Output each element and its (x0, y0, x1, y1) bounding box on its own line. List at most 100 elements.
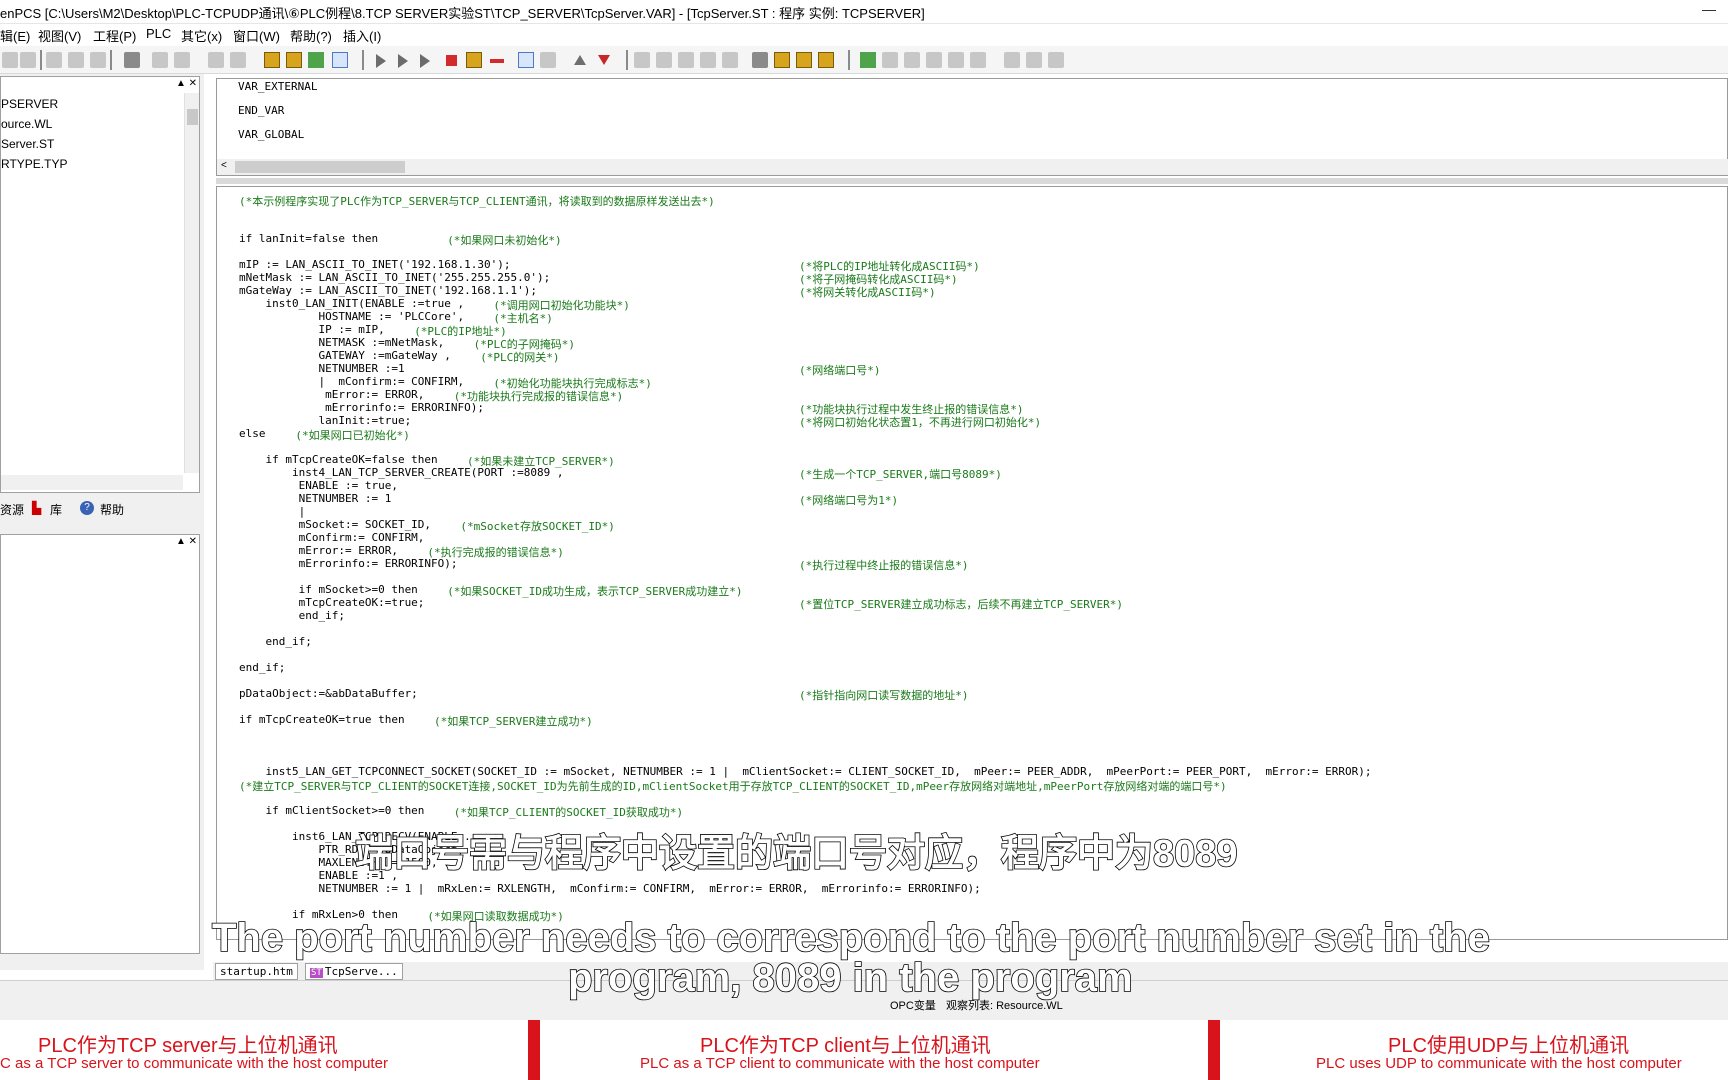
scroll-left-icon[interactable]: < (221, 160, 227, 171)
tab-startup[interactable]: startup.htm (215, 963, 298, 980)
scroll-thumb[interactable] (187, 109, 198, 125)
var-horizontal-scrollbar[interactable]: < (217, 159, 1728, 175)
code-comment: (*网络端口号为1*) (799, 494, 899, 507)
code-line: pDataObject:=&abDataBuffer; (239, 687, 418, 700)
banner-title: PLC使用UDP与上位机通讯 (1388, 1035, 1630, 1057)
code-comment: (*如果TCP_CLIENT的SOCKET_ID获取成功*) (453, 806, 684, 819)
minimize-button[interactable] (1702, 4, 1716, 16)
toolbar (0, 46, 1728, 74)
code-line: ENABLE := true, (239, 479, 398, 492)
var-editor[interactable]: VAR_EXTERNAL END_VAR VAR_GLOBAL < (216, 78, 1728, 176)
code-line: NETNUMBER := 1 (239, 492, 392, 505)
step-icon[interactable] (398, 54, 408, 68)
monitor-icon[interactable] (332, 52, 348, 68)
undo-icon[interactable] (208, 52, 224, 68)
function-icon-1[interactable] (774, 52, 790, 68)
contact-icon-3[interactable] (926, 52, 942, 68)
code-line: end_if; (239, 609, 345, 622)
code-line: mErrorinfo:= ERRORINFO); (239, 557, 458, 570)
banner-item-tcp-server[interactable]: PLC作为TCP server与上位机通讯 C as a TCP server … (0, 1020, 530, 1080)
code-comment: (*如果网口未初始化*) (447, 234, 562, 247)
tree-vertical-scrollbar[interactable] (184, 93, 199, 473)
make-icon[interactable] (286, 52, 302, 68)
tab-startup-label: startup.htm (220, 965, 293, 978)
code-line: | mConfirm:= CONFIRM, (239, 375, 465, 388)
code-line: mTcpCreateOK:=true; (239, 596, 425, 609)
contact-icon-5[interactable] (970, 52, 986, 68)
code-line: mError:= ERROR, (239, 544, 398, 557)
tab-help[interactable]: 帮助 (100, 501, 124, 518)
code-line: lanInit:=true; (239, 414, 412, 427)
block-icon[interactable] (752, 52, 768, 68)
banner-item-udp[interactable]: PLC使用UDP与上位机通讯 PLC uses UDP to communica… (1220, 1020, 1728, 1080)
menu-view[interactable]: 视图(V) (38, 26, 81, 45)
menu-edit[interactable]: 辑(E) (0, 26, 30, 45)
contact-icon-4[interactable] (948, 52, 964, 68)
menu-insert[interactable]: 插入(I) (343, 26, 381, 45)
paste-icon[interactable] (90, 52, 106, 68)
zoom-in-icon[interactable] (152, 52, 168, 68)
ladder-icon-1[interactable] (634, 52, 650, 68)
tree-item-type-file[interactable]: RTYPE.TYP (1, 157, 67, 171)
contact-icon-1[interactable] (882, 52, 898, 68)
code-line: if mTcpCreateOK=false then (239, 453, 438, 466)
code-line: IP := mIP, (239, 323, 385, 336)
coil-icon-2[interactable] (1026, 52, 1042, 68)
open-icon[interactable] (2, 52, 18, 68)
stop-icon[interactable] (446, 55, 457, 66)
compile-icon[interactable] (264, 52, 280, 68)
tree-item-resource[interactable]: ource.WL (1, 117, 52, 131)
scroll-thumb[interactable] (235, 161, 405, 173)
copy-icon[interactable] (68, 52, 84, 68)
ladder-icon-4[interactable] (700, 52, 716, 68)
arrow-up-icon[interactable] (574, 55, 586, 65)
menu-other[interactable]: 其它(x) (181, 26, 222, 45)
code-line: mIP := LAN_ASCII_TO_INET('192.168.1.30')… (239, 258, 511, 271)
arrow-down-icon[interactable] (598, 55, 610, 65)
function-icon-3[interactable] (818, 52, 834, 68)
menu-window[interactable]: 窗口(W) (233, 26, 280, 45)
banner-divider (1208, 1020, 1220, 1080)
contact-icon-2[interactable] (904, 52, 920, 68)
cut-icon[interactable] (46, 52, 62, 68)
build-icon[interactable] (308, 52, 324, 68)
download-icon[interactable] (466, 52, 482, 68)
tab-resource[interactable]: 资源 (0, 501, 24, 518)
editor-splitter[interactable] (216, 178, 1728, 184)
code-line: inst4_LAN_TCP_SERVER_CREATE(PORT :=8089 … (239, 466, 564, 479)
tab-library[interactable]: 库 (50, 501, 62, 518)
menu-project[interactable]: 工程(P) (93, 26, 136, 45)
code-line: inst5_LAN_GET_TCPCONNECT_SOCKET(SOCKET_I… (239, 765, 1372, 778)
coil-icon-3[interactable] (1048, 52, 1064, 68)
toolbar-separator (362, 50, 364, 70)
ladder-icon-2[interactable] (656, 52, 672, 68)
hand-icon[interactable] (860, 52, 876, 68)
tree-horizontal-scrollbar[interactable] (1, 475, 183, 490)
function-icon-2[interactable] (796, 52, 812, 68)
online-icon[interactable] (518, 52, 534, 68)
grid-icon[interactable] (540, 52, 556, 68)
banner-item-tcp-client[interactable]: PLC作为TCP client与上位机通讯 PLC as a TCP clien… (542, 1020, 1202, 1080)
save-icon[interactable] (20, 52, 36, 68)
tree-item-st-file[interactable]: Server.ST (1, 137, 54, 151)
code-line: HOSTNAME := 'PLCCore', (239, 310, 465, 323)
print-icon[interactable] (124, 52, 140, 68)
tab-tcpserver[interactable]: ST TcpServe... (305, 963, 403, 980)
banner-subtitle: PLC as a TCP client to communicate with … (640, 1055, 1040, 1072)
step-over-icon[interactable] (420, 54, 430, 68)
tree-item-program[interactable]: PSERVER (1, 97, 58, 111)
ladder-icon-3[interactable] (678, 52, 694, 68)
panel-controls[interactable]: ▲ ✕ (176, 78, 197, 89)
run-icon[interactable] (376, 54, 386, 68)
menu-plc[interactable]: PLC (146, 26, 171, 41)
zoom-out-icon[interactable] (174, 52, 190, 68)
code-comment: (*mSocket存放SOCKET_ID*) (460, 520, 615, 533)
toolbar-separator (848, 50, 850, 70)
var-line: END_VAR (238, 104, 285, 117)
breakpoint-icon[interactable] (490, 59, 504, 63)
coil-icon-1[interactable] (1004, 52, 1020, 68)
panel-controls[interactable]: ▲ ✕ (176, 536, 197, 547)
menu-help[interactable]: 帮助(?) (290, 26, 332, 45)
ladder-icon-5[interactable] (722, 52, 738, 68)
redo-icon[interactable] (230, 52, 246, 68)
